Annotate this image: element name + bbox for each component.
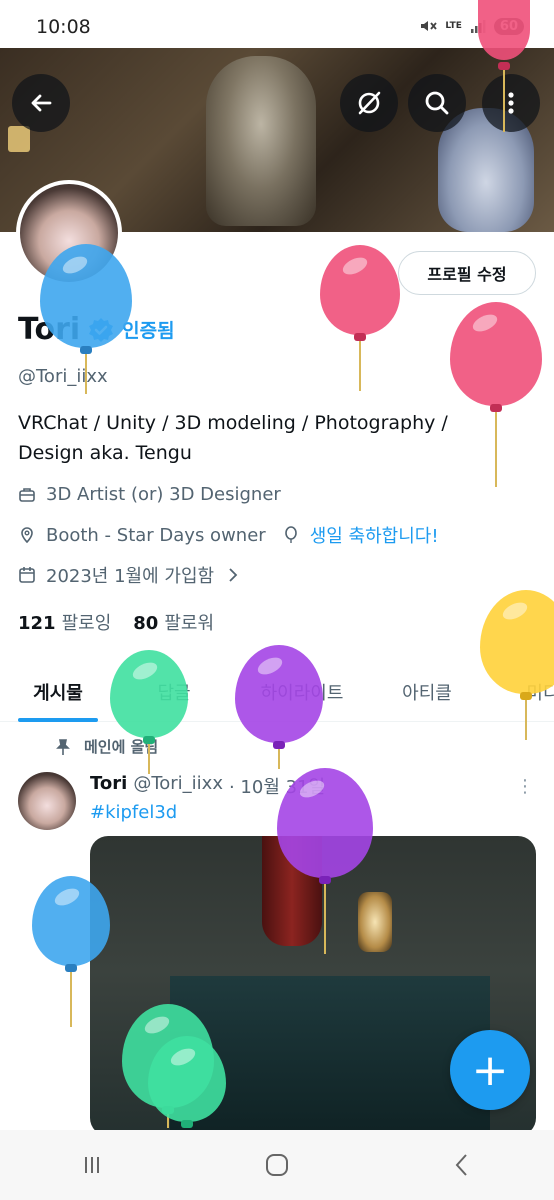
back-button[interactable] xyxy=(12,74,70,132)
balloon-blue xyxy=(40,244,132,394)
home-button[interactable] xyxy=(247,1145,307,1185)
bio-line: Design aka. Tengu xyxy=(18,442,192,464)
location-label: Booth - Star Days owner xyxy=(46,524,266,546)
balloon-green-3 xyxy=(148,1036,226,1128)
network-label: LTE xyxy=(445,20,462,31)
followers-label: 팔로워 xyxy=(164,613,215,634)
mute-icon xyxy=(421,21,438,31)
profile-handle: @Tori_iixx xyxy=(18,366,108,387)
post-more-button[interactable]: ⋮ xyxy=(516,776,534,797)
edit-profile-button[interactable]: 프로필 수정 xyxy=(398,251,536,295)
balloon-pink-top xyxy=(478,0,530,132)
pin-icon xyxy=(56,738,70,755)
profile-location-row: Booth - Star Days owner 생일 축하합니다! xyxy=(18,522,439,548)
balloon-blue-2 xyxy=(32,876,110,1027)
balloon-pink xyxy=(320,245,400,391)
chevron-right-icon xyxy=(229,568,238,582)
compose-post-button[interactable]: + xyxy=(450,1030,530,1110)
recent-apps-icon xyxy=(85,1157,100,1173)
image-lamp xyxy=(358,892,392,952)
job-label: 3D Artist (or) 3D Designer xyxy=(46,484,281,505)
birthday-link[interactable]: 생일 축하합니다! xyxy=(310,522,439,548)
more-vertical-icon xyxy=(508,92,514,114)
balloon-green xyxy=(110,650,188,774)
post-author[interactable]: Tori xyxy=(90,773,127,799)
following-count: 121 xyxy=(18,613,56,634)
system-navigation-bar xyxy=(0,1130,554,1200)
status-time: 10:08 xyxy=(36,16,91,38)
banner-character xyxy=(206,56,316,226)
search-icon xyxy=(425,91,449,115)
post-handle[interactable]: @Tori_iixx xyxy=(133,773,223,799)
calendar-icon xyxy=(19,567,35,583)
follow-stats: 121 팔로잉 80 팔로워 xyxy=(18,609,214,635)
search-button[interactable] xyxy=(408,74,466,132)
balloon-pink-2 xyxy=(450,302,542,487)
profile-joined-row[interactable]: 2023년 1월에 가입함 xyxy=(18,562,242,588)
profile-job: 3D Artist (or) 3D Designer xyxy=(18,484,281,505)
following-label: 팔로잉 xyxy=(61,613,112,634)
chevron-left-icon xyxy=(455,1154,467,1176)
status-bar: 10:08 LTE 60 xyxy=(0,0,554,48)
post-avatar[interactable] xyxy=(18,772,76,830)
banner-lamp xyxy=(8,126,30,152)
balloon-purple xyxy=(235,645,323,769)
briefcase-icon xyxy=(19,487,35,502)
tab-posts[interactable]: 게시물 xyxy=(0,662,116,722)
home-icon xyxy=(265,1154,288,1176)
bio-line: VRChat / Unity / 3D modeling / Photograp… xyxy=(18,412,448,434)
followers-count: 80 xyxy=(133,613,159,634)
system-back-button[interactable] xyxy=(432,1145,492,1185)
tab-articles[interactable]: 아티클 xyxy=(372,662,482,722)
arrow-left-icon xyxy=(31,94,52,112)
profile-bio: VRChat / Unity / 3D modeling / Photograp… xyxy=(18,408,518,468)
location-pin-icon xyxy=(21,527,33,544)
grok-button[interactable] xyxy=(340,74,398,132)
balloon-yellow xyxy=(480,590,554,740)
followers-link[interactable]: 80 팔로워 xyxy=(133,609,214,635)
more-options-button[interactable] xyxy=(482,74,540,132)
following-link[interactable]: 121 팔로잉 xyxy=(18,609,111,635)
balloon-icon xyxy=(284,526,297,543)
balloon-purple-2 xyxy=(277,768,373,954)
post-hashtag[interactable]: #kipfel3d xyxy=(90,802,177,823)
joined-label: 2023년 1월에 가입함 xyxy=(46,566,215,587)
slash-circle-icon xyxy=(358,91,381,115)
recent-apps-button[interactable] xyxy=(62,1145,122,1185)
